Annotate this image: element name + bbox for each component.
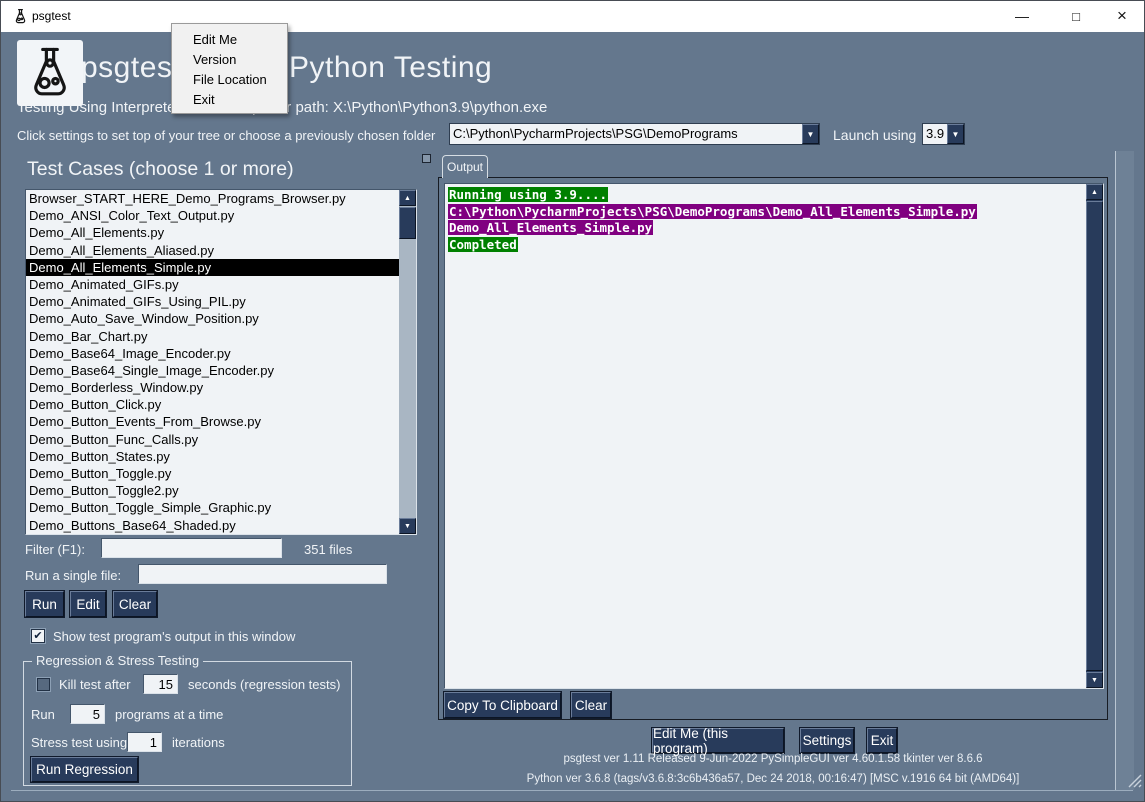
menu-item-edit-me[interactable]: Edit Me: [172, 29, 287, 49]
window-bottom-edge: [11, 790, 1133, 791]
edit-button[interactable]: Edit: [70, 591, 106, 617]
scroll-up-icon[interactable]: ▲: [399, 190, 416, 206]
combo-arrow-icon[interactable]: ▼: [947, 124, 964, 144]
file-list-item[interactable]: Demo_Animated_GIFs_Using_PIL.py: [26, 293, 399, 310]
launch-using-label: Launch using: [833, 127, 916, 143]
scrollbar-thumb[interactable]: [399, 207, 416, 239]
file-list-item[interactable]: Demo_Base64_Image_Encoder.py: [26, 345, 399, 362]
file-list-item[interactable]: Demo_Buttons_Base64_Shaded.py: [26, 517, 399, 534]
test-cases-heading: Test Cases (choose 1 or more): [27, 158, 294, 181]
scrollbar-thumb[interactable]: [1086, 201, 1103, 671]
output-line: Running using 3.9....: [448, 187, 1086, 204]
menu-item-version[interactable]: Version: [172, 49, 287, 69]
file-list-item[interactable]: Demo_All_Elements.py: [26, 224, 399, 241]
file-list-item[interactable]: Demo_Button_Toggle_Simple_Graphic.py: [26, 499, 399, 516]
minimize-button[interactable]: —: [999, 1, 1045, 31]
stress-suffix-label: iterations: [172, 735, 225, 750]
pane-handle-icon: [422, 154, 431, 163]
menu-dropdown: Edit MeVersionFile LocationExit: [171, 23, 288, 114]
settings-button[interactable]: Settings: [800, 728, 854, 753]
close-button[interactable]: ×: [1099, 1, 1145, 31]
app-title-right: Python Testing: [289, 51, 492, 85]
flask-logo: [17, 40, 83, 106]
file-list-item[interactable]: Demo_All_Elements_Simple.py: [26, 259, 399, 276]
file-list-item[interactable]: Demo_Auto_Save_Window_Position.py: [26, 310, 399, 327]
kill-suffix-label: seconds (regression tests): [188, 677, 340, 692]
single-file-label: Run a single file:: [25, 568, 121, 583]
scroll-up-icon[interactable]: ▲: [1086, 184, 1103, 200]
scroll-down-icon[interactable]: ▼: [399, 518, 416, 534]
filter-input[interactable]: [101, 538, 282, 558]
menu-item-file-location[interactable]: File Location: [172, 69, 287, 89]
run-regression-button[interactable]: Run Regression: [31, 757, 138, 782]
file-list-item[interactable]: Demo_Animated_GIFs.py: [26, 276, 399, 293]
file-list-item[interactable]: Demo_Button_States.py: [26, 448, 399, 465]
output-line: C:\Python\PycharmProjects\PSG\DemoProgra…: [448, 204, 1086, 221]
combo-arrow-icon[interactable]: ▼: [802, 124, 819, 144]
settings-hint-label: Click settings to set top of your tree o…: [17, 128, 435, 143]
status-line-2: Python ver 3.6.8 (tags/v3.6.8:3c6b436a57…: [438, 773, 1108, 785]
output-line: Completed: [448, 237, 1086, 254]
show-output-label: Show test program's output in this windo…: [53, 629, 295, 644]
exit-button[interactable]: Exit: [867, 728, 897, 753]
maximize-button[interactable]: □: [1053, 1, 1099, 31]
edit-me-button[interactable]: Edit Me (this program): [652, 728, 784, 753]
test-files-listbox[interactable]: Browser_START_HERE_Demo_Programs_Browser…: [25, 189, 417, 535]
copy-to-clipboard-button[interactable]: Copy To Clipboard: [444, 692, 561, 718]
app-flask-icon: [12, 8, 29, 25]
scroll-down-icon[interactable]: ▼: [1086, 672, 1103, 688]
files-count-label: 351 files: [304, 542, 352, 557]
kill-seconds-input[interactable]: [143, 674, 178, 694]
file-list-item[interactable]: Demo_Borderless_Window.py: [26, 379, 399, 396]
run-suffix-label: programs at a time: [115, 707, 223, 722]
output-line: Demo_All_Elements_Simple.py: [448, 220, 1086, 237]
stress-count-input[interactable]: [127, 732, 162, 752]
check-icon: ✔: [33, 631, 42, 642]
run-button[interactable]: Run: [25, 591, 64, 617]
file-list-item[interactable]: Demo_Button_Toggle2.py: [26, 482, 399, 499]
show-output-checkbox[interactable]: ✔: [31, 629, 45, 643]
clear-button[interactable]: Clear: [113, 591, 157, 617]
version-combo-value: 3.9: [923, 124, 947, 144]
regression-frame-title: Regression & Stress Testing: [32, 653, 203, 668]
window-right-gutter: [1115, 151, 1134, 790]
folder-combo[interactable]: C:\Python\PycharmProjects\PSG\DemoProgra…: [449, 123, 820, 145]
version-combo[interactable]: 3.9 ▼: [922, 123, 965, 145]
file-list-item[interactable]: Demo_Button_Events_From_Browse.py: [26, 413, 399, 430]
file-list-item[interactable]: Demo_ANSI_Color_Text_Output.py: [26, 207, 399, 224]
output-clear-button[interactable]: Clear: [571, 692, 611, 718]
output-multiline[interactable]: Running using 3.9....C:\Python\PycharmPr…: [444, 183, 1104, 689]
run-count-label: Run: [31, 707, 55, 722]
tab-output[interactable]: Output: [442, 155, 488, 178]
file-list-item[interactable]: Browser_START_HERE_Demo_Programs_Browser…: [26, 190, 399, 207]
app-window: psgtest — □ × psgtest Python Testing Tes…: [0, 0, 1145, 802]
stress-label: Stress test using: [31, 735, 127, 750]
file-list-item[interactable]: Demo_Bar_Chart.py: [26, 328, 399, 345]
app-title-left: psgtest: [81, 51, 181, 85]
kill-test-checkbox[interactable]: [37, 678, 50, 691]
file-list-item[interactable]: Demo_Button_Func_Calls.py: [26, 431, 399, 448]
run-count-input[interactable]: [70, 704, 105, 724]
listbox-scrollbar[interactable]: ▲ ▼: [399, 190, 416, 534]
menu-item-exit[interactable]: Exit: [172, 89, 287, 109]
file-list-item[interactable]: Demo_Base64_Single_Image_Encoder.py: [26, 362, 399, 379]
kill-test-label: Kill test after: [59, 677, 131, 692]
filter-label: Filter (F1):: [25, 542, 85, 557]
file-list-item[interactable]: Demo_Button_Click.py: [26, 396, 399, 413]
single-file-input[interactable]: [138, 564, 387, 584]
resize-grip-icon[interactable]: [1125, 771, 1143, 789]
status-line-1: psgtest ver 1.11 Released 9-Jun-2022 PyS…: [438, 753, 1108, 765]
file-list-item[interactable]: Demo_Button_Toggle.py: [26, 465, 399, 482]
file-list-item[interactable]: Demo_All_Elements_Aliased.py: [26, 242, 399, 259]
output-scrollbar[interactable]: ▲ ▼: [1086, 184, 1103, 688]
window-title: psgtest: [32, 9, 71, 23]
folder-combo-value: C:\Python\PycharmProjects\PSG\DemoProgra…: [450, 124, 802, 144]
